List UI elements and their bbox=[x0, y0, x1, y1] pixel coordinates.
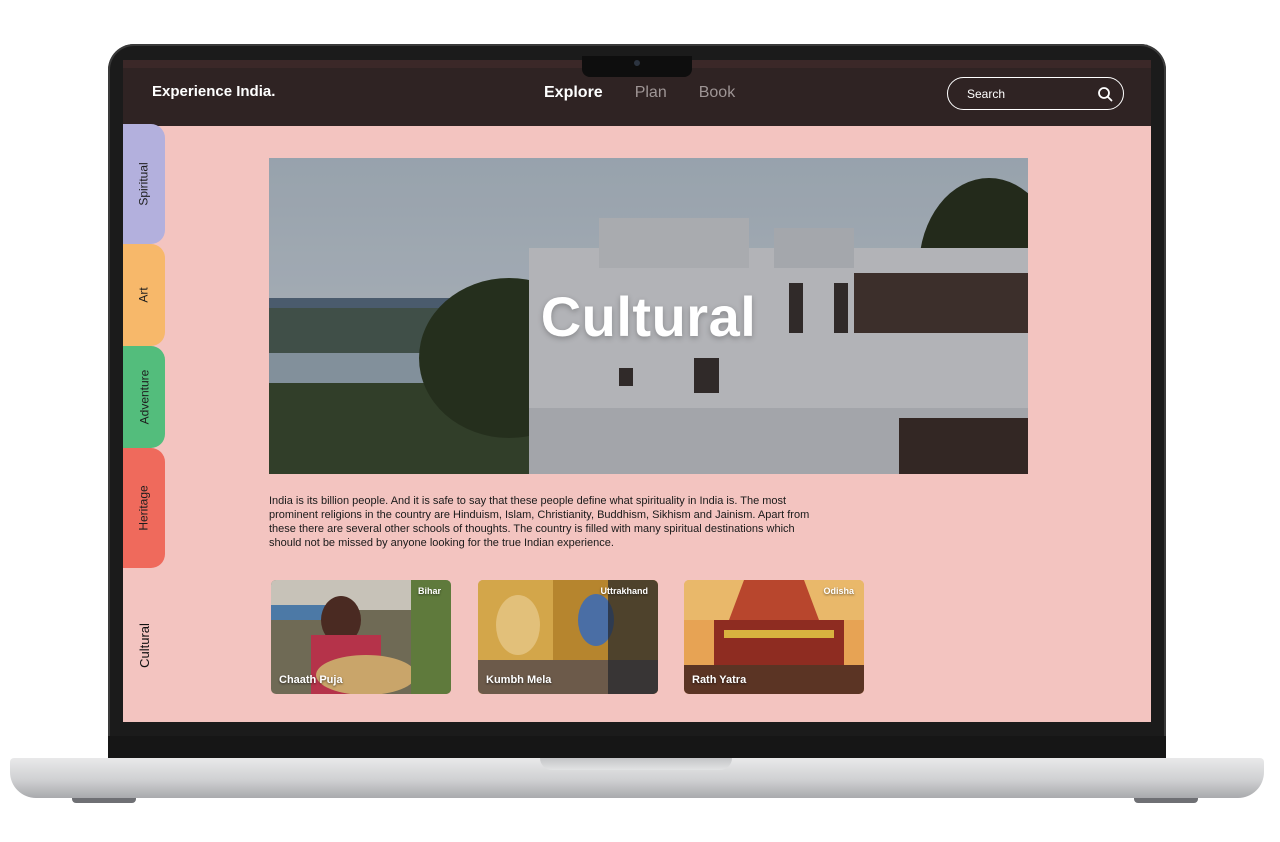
nav-plan[interactable]: Plan bbox=[635, 84, 667, 102]
card-name-kumbh-mela: Kumbh Mela bbox=[486, 674, 552, 686]
laptop-opening-groove bbox=[540, 758, 732, 770]
camera-notch bbox=[582, 56, 692, 77]
card-rath-yatra[interactable]: Odisha Rath Yatra bbox=[684, 580, 864, 694]
tab-spiritual-label: Spiritual bbox=[137, 162, 152, 206]
tab-cultural-label: Cultural bbox=[136, 622, 152, 668]
card-state-bihar: Bihar bbox=[417, 586, 441, 596]
tab-heritage[interactable]: Heritage bbox=[123, 448, 165, 568]
nav-book[interactable]: Book bbox=[699, 84, 735, 102]
card-chaath-puja[interactable]: Bihar Chaath Puja bbox=[271, 580, 451, 694]
tab-cultural[interactable]: Cultural bbox=[123, 568, 165, 722]
card-name-rath-yatra: Rath Yatra bbox=[692, 674, 747, 686]
tab-art-label: Art bbox=[137, 287, 151, 303]
card-state-uttrakhand: Uttrakhand bbox=[600, 586, 648, 596]
brand-logo[interactable]: Experience India. bbox=[152, 83, 275, 100]
search-label: Search bbox=[967, 86, 1006, 101]
main-nav: Explore Plan Book bbox=[544, 84, 735, 102]
laptop-chin bbox=[108, 736, 1166, 758]
tab-adventure[interactable]: Adventure bbox=[123, 346, 165, 448]
tab-art[interactable]: Art bbox=[123, 244, 165, 346]
search-box[interactable]: Search bbox=[947, 77, 1124, 110]
hero-banner: Cultural bbox=[269, 158, 1028, 474]
search-icon[interactable] bbox=[1097, 86, 1113, 102]
tab-adventure-label: Adventure bbox=[137, 369, 152, 425]
nav-explore[interactable]: Explore bbox=[544, 84, 603, 102]
hero-title: Cultural bbox=[540, 284, 757, 348]
tab-spiritual[interactable]: Spiritual bbox=[123, 124, 165, 244]
card-state-odisha: Odisha bbox=[823, 586, 854, 596]
tab-heritage-label: Heritage bbox=[137, 485, 152, 531]
laptop-foot-right bbox=[1134, 798, 1198, 803]
card-name-chaath-puja: Chaath Puja bbox=[279, 674, 343, 686]
screen: Experience India. Explore Plan Book Sear… bbox=[123, 60, 1151, 722]
card-kumbh-mela[interactable]: Uttrakhand Kumbh Mela bbox=[478, 580, 658, 694]
category-description: India is its billion people. And it is s… bbox=[269, 495, 810, 549]
camera-icon bbox=[634, 60, 640, 66]
laptop-foot-left bbox=[72, 798, 136, 803]
